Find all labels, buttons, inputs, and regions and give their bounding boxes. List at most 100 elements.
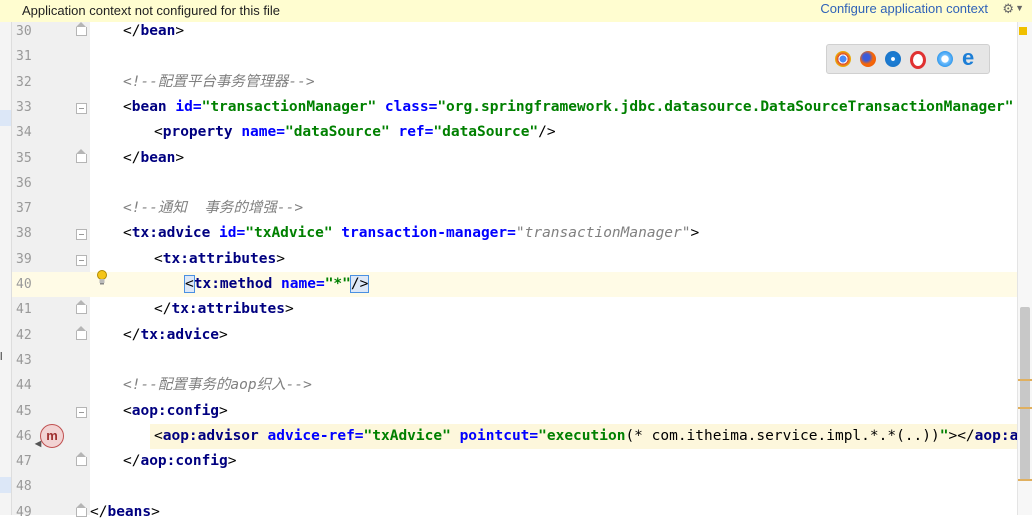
code-line: 37 <!--通知 事务的增强--> — [0, 196, 1032, 221]
fold-close-icon[interactable] — [76, 148, 87, 163]
fold-close-icon[interactable] — [76, 452, 87, 467]
code-token: "txAdvice" — [363, 427, 460, 444]
line-number: 30 — [16, 24, 32, 39]
code-token: "org.springframework.jdbc.datasource.Dat… — [437, 98, 1014, 115]
code-token: tx:advice — [131, 225, 220, 242]
code-text[interactable]: <aop:advisor advice-ref="txAdvice" point… — [154, 424, 1032, 449]
gear-icon[interactable]: ⚙ — [1002, 1, 1014, 17]
code-text[interactable]: <tx:advice id="txAdvice" transaction-man… — [123, 221, 699, 246]
line-number: 35 — [16, 150, 32, 166]
code-text[interactable]: <tx:attributes> — [154, 247, 285, 272]
configure-context-link[interactable]: Configure application context — [820, 1, 988, 16]
code-text[interactable]: </beans> — [90, 500, 160, 525]
banner-message: Application context not configured for t… — [22, 3, 280, 18]
code-token: > — [690, 225, 700, 242]
code-token: "transactionManager" — [201, 98, 385, 115]
code-token: name= — [241, 124, 285, 141]
code-text[interactable]: </tx:attributes> — [154, 297, 294, 322]
code-text[interactable]: <aop:config> — [123, 399, 228, 424]
code-token: bean — [140, 23, 176, 39]
code-text[interactable]: <!--配置平台事务管理器--> — [123, 70, 315, 95]
line-number: 39 — [16, 251, 32, 267]
code-token: <!--配置平台事务管理器--> — [123, 73, 315, 90]
fold-close-icon[interactable] — [76, 502, 87, 517]
chrome-icon[interactable] — [835, 51, 851, 67]
vertical-scrollbar[interactable] — [1017, 22, 1032, 515]
chevron-down-icon[interactable]: ▼ — [1015, 3, 1024, 13]
code-line: 30 </bean> — [0, 19, 1032, 44]
code-line: 42 </tx:advice> — [0, 323, 1032, 348]
code-text[interactable]: </bean> — [123, 19, 184, 44]
code-token: beans — [107, 503, 152, 520]
scrollbar-thumb[interactable] — [1020, 307, 1030, 480]
fold-close-icon[interactable] — [76, 325, 87, 340]
code-text[interactable]: <tx:method name="*"/> — [184, 272, 370, 297]
code-text[interactable]: </tx:advice> — [123, 323, 228, 348]
opera-icon[interactable] — [910, 51, 926, 69]
code-token: tx:advice — [140, 326, 220, 343]
line-number: 33 — [16, 99, 32, 115]
code-token: </ — [123, 23, 141, 39]
code-text[interactable]: <!--配置事务的aop织入--> — [123, 373, 312, 398]
line-number: 32 — [16, 74, 32, 90]
line-number: 41 — [16, 302, 32, 318]
code-text[interactable]: <property name="dataSource" ref="dataSou… — [154, 120, 556, 145]
fold-open-icon[interactable] — [76, 406, 87, 418]
code-token: <!--通知 事务的增强--> — [123, 200, 304, 217]
code-token: < — [154, 250, 163, 267]
code-token: /> — [349, 275, 370, 293]
lightbulb-icon[interactable] — [96, 270, 108, 286]
code-token: </ — [123, 149, 141, 166]
code-token: ref= — [398, 124, 434, 141]
fold-close-icon[interactable] — [76, 22, 87, 36]
line-number: 47 — [16, 454, 32, 470]
code-text[interactable]: </aop:config> — [123, 449, 237, 474]
code-line: 38 <tx:advice id="txAdvice" transaction-m… — [0, 221, 1032, 246]
code-line: 34 <property name="dataSource" ref="dataS… — [0, 120, 1032, 145]
code-text[interactable]: </bean> — [123, 146, 184, 171]
scroll-marker[interactable] — [1018, 479, 1032, 481]
code-token: > — [227, 453, 237, 470]
code-token: ></ — [948, 427, 975, 444]
safari-icon[interactable] — [885, 51, 901, 67]
code-line: 48 — [0, 474, 1032, 499]
line-number: 48 — [16, 479, 32, 495]
line-number: 43 — [16, 352, 32, 368]
code-token: </ — [154, 301, 172, 318]
code-token: "txAdvice" — [245, 225, 342, 242]
edge-icon[interactable]: e — [962, 47, 980, 69]
fold-open-icon[interactable] — [76, 229, 87, 241]
code-token: name= — [281, 276, 325, 292]
code-line: 43 — [0, 348, 1032, 373]
firefox-icon[interactable] — [860, 51, 876, 67]
aop-method-marker-icon[interactable]: ◀ m — [35, 424, 64, 448]
scroll-marker[interactable] — [1018, 379, 1032, 381]
line-number: 37 — [16, 201, 32, 217]
analysis-status-indicator[interactable] — [1019, 27, 1027, 35]
fold-open-icon[interactable] — [76, 254, 87, 266]
line-number: 38 — [16, 226, 32, 242]
code-line: 46 <aop:advisor advice-ref="txAdvice" poi… — [0, 423, 1032, 449]
code-token: < — [154, 427, 163, 444]
fold-open-icon[interactable] — [76, 102, 87, 114]
code-token: <!--配置事务的aop织入--> — [123, 377, 312, 394]
code-text[interactable]: <bean id="transactionManager" class="org… — [123, 95, 1013, 120]
code-token: </ — [90, 503, 108, 520]
fold-close-icon[interactable] — [76, 300, 87, 315]
code-token: < — [184, 275, 195, 293]
ie-icon[interactable] — [937, 51, 953, 67]
code-token: pointcut= — [459, 427, 539, 444]
code-token: tx:method — [193, 276, 282, 292]
code-text[interactable]: <!--通知 事务的增强--> — [123, 196, 303, 221]
code-line: 36 — [0, 171, 1032, 196]
code-token: aop:config — [140, 453, 228, 470]
scroll-marker[interactable] — [1018, 407, 1032, 409]
code-line: 33 <bean id="transactionManager" class="o… — [0, 95, 1032, 120]
code-line: 47 </aop:config> — [0, 449, 1032, 474]
code-token: < — [154, 124, 163, 141]
code-token: property — [162, 124, 242, 141]
code-token: < — [123, 225, 132, 242]
line-number: 42 — [16, 327, 32, 343]
code-token: class= — [384, 98, 438, 115]
code-token: < — [123, 98, 132, 115]
